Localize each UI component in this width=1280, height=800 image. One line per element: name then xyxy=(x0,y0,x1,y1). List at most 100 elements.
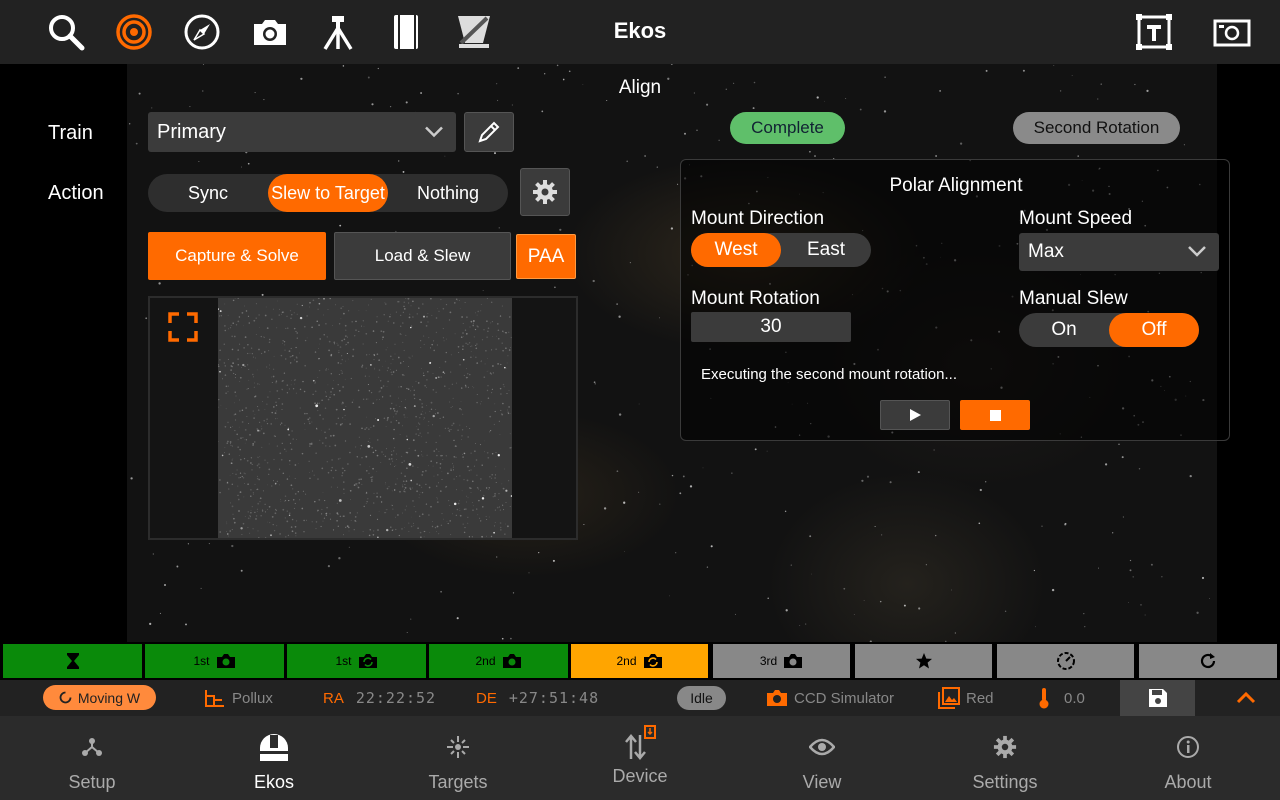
save-icon xyxy=(1148,689,1167,707)
compass-icon[interactable] xyxy=(182,12,222,52)
stop-button[interactable] xyxy=(960,400,1030,430)
expand-status-button[interactable] xyxy=(1228,680,1264,716)
polar-alignment-steps: 1st 1st 2nd 2nd 3rd xyxy=(0,643,1280,679)
chevron-down-icon xyxy=(1187,241,1207,263)
telescope-icon[interactable] xyxy=(454,12,494,52)
expand-icon[interactable] xyxy=(168,312,198,342)
nav-label: About xyxy=(1164,772,1212,792)
status-message: Executing the second mount rotation... xyxy=(701,366,957,383)
target-icon[interactable] xyxy=(114,12,154,52)
step-label: 1st xyxy=(335,654,352,668)
nav-label: Settings xyxy=(972,772,1038,792)
step-wait[interactable] xyxy=(3,644,142,678)
filter-image-icon xyxy=(938,687,960,709)
polar-alignment-panel: Polar Alignment Mount Direction West Eas… xyxy=(680,159,1230,441)
mount-speed-label: Mount Speed xyxy=(1019,208,1133,229)
camera-rotate-icon xyxy=(358,654,377,668)
paa-button[interactable]: PAA xyxy=(516,234,576,279)
mount-status-text: Moving W xyxy=(77,689,141,706)
action-label: Action xyxy=(48,182,104,204)
target-status: Pollux xyxy=(204,680,273,716)
mount-speed-value: Max xyxy=(1028,241,1064,262)
action-sync[interactable]: Sync xyxy=(148,174,268,212)
capture-solve-button[interactable]: Capture & Solve xyxy=(148,232,326,280)
text-frame-icon[interactable] xyxy=(1134,12,1174,52)
star-icon xyxy=(915,653,932,669)
nav-view[interactable]: View xyxy=(732,716,912,800)
gear-icon xyxy=(533,180,557,204)
action-slew-to-target[interactable]: Slew to Target xyxy=(268,174,388,212)
top-toolbar: Ekos xyxy=(0,0,1280,64)
action-nothing[interactable]: Nothing xyxy=(388,174,508,212)
align-settings-button[interactable] xyxy=(520,168,570,216)
step-refresh[interactable] xyxy=(1139,644,1277,678)
targets-icon xyxy=(447,736,469,758)
camera-icon xyxy=(502,654,521,668)
mount-speed-select[interactable]: Max xyxy=(1019,233,1219,271)
bottom-navigation: Setup Ekos Targets Device View Settings … xyxy=(0,716,1280,800)
nav-device[interactable]: Device xyxy=(550,716,730,800)
direction-west[interactable]: West xyxy=(691,233,781,267)
manual-slew-on[interactable]: On xyxy=(1019,313,1109,347)
camera-icon[interactable] xyxy=(250,12,290,52)
spinner-icon xyxy=(59,691,72,704)
edit-train-button[interactable] xyxy=(464,112,514,152)
load-slew-button[interactable]: Load & Slew xyxy=(334,232,511,280)
chevron-up-icon xyxy=(1236,692,1256,704)
section-title: Align xyxy=(618,77,662,98)
step-label: 2nd xyxy=(475,654,496,668)
gear-icon xyxy=(993,735,1017,759)
ra-value: 22:22:52 xyxy=(355,689,437,707)
save-button[interactable] xyxy=(1120,680,1195,716)
mount-rotation-input[interactable]: 30 xyxy=(691,312,851,342)
step-second-rotate[interactable]: 2nd xyxy=(571,644,708,678)
step-label: 2nd xyxy=(616,654,637,668)
step-star-select[interactable] xyxy=(855,644,992,678)
de-status: DE +27:51:48 xyxy=(476,680,599,716)
thermometer-icon xyxy=(1039,688,1049,709)
screen-icon[interactable] xyxy=(1212,12,1252,52)
refresh-icon xyxy=(1200,653,1216,669)
status-pill-stage: Second Rotation xyxy=(1013,112,1180,144)
temperature-status: 0.0 xyxy=(1038,680,1085,716)
start-button[interactable] xyxy=(880,400,950,430)
nav-label: View xyxy=(802,772,842,792)
target-name: Pollux xyxy=(232,689,273,707)
mount-rotation-label: Mount Rotation xyxy=(691,288,820,309)
pencil-icon xyxy=(478,121,500,143)
step-first-rotate[interactable]: 1st xyxy=(287,644,426,678)
dial-icon xyxy=(1056,652,1075,670)
play-icon xyxy=(910,409,921,421)
catalog-icon[interactable] xyxy=(386,12,426,52)
direction-east[interactable]: East xyxy=(781,233,871,267)
action-selector: Sync Slew to Target Nothing xyxy=(148,174,508,212)
step-refresh-measure[interactable] xyxy=(997,644,1134,678)
idle-badge: Idle xyxy=(677,686,726,710)
step-first-capture[interactable]: 1st xyxy=(145,644,284,678)
search-icon[interactable] xyxy=(46,12,86,52)
nav-about[interactable]: About xyxy=(1098,716,1278,800)
camera-rotate-icon xyxy=(643,654,662,668)
de-value: +27:51:48 xyxy=(508,689,600,707)
nav-label: Setup xyxy=(68,772,116,792)
train-select[interactable]: Primary xyxy=(148,112,456,152)
nav-label: Device xyxy=(612,766,668,786)
image-preview[interactable] xyxy=(148,296,578,540)
step-second-capture[interactable]: 2nd xyxy=(429,644,568,678)
manual-slew-toggle: On Off xyxy=(1019,313,1199,347)
nav-targets[interactable]: Targets xyxy=(368,716,548,800)
nav-ekos[interactable]: Ekos xyxy=(184,716,364,800)
de-label: DE xyxy=(476,689,497,707)
mount-status-badge: Moving W xyxy=(43,685,156,710)
nav-setup[interactable]: Setup xyxy=(2,716,182,800)
align-page: Align Train Primary Action Sync Slew to … xyxy=(0,64,1280,642)
step-third-capture[interactable]: 3rd xyxy=(713,644,850,678)
filter-name: Red xyxy=(966,689,994,707)
device-icon xyxy=(625,725,656,760)
nav-label: Targets xyxy=(428,772,488,792)
nav-settings[interactable]: Settings xyxy=(915,716,1095,800)
nav-label: Ekos xyxy=(253,772,295,792)
setup-icon xyxy=(82,738,102,756)
tripod-icon[interactable] xyxy=(318,12,358,52)
manual-slew-off[interactable]: Off xyxy=(1109,313,1199,347)
